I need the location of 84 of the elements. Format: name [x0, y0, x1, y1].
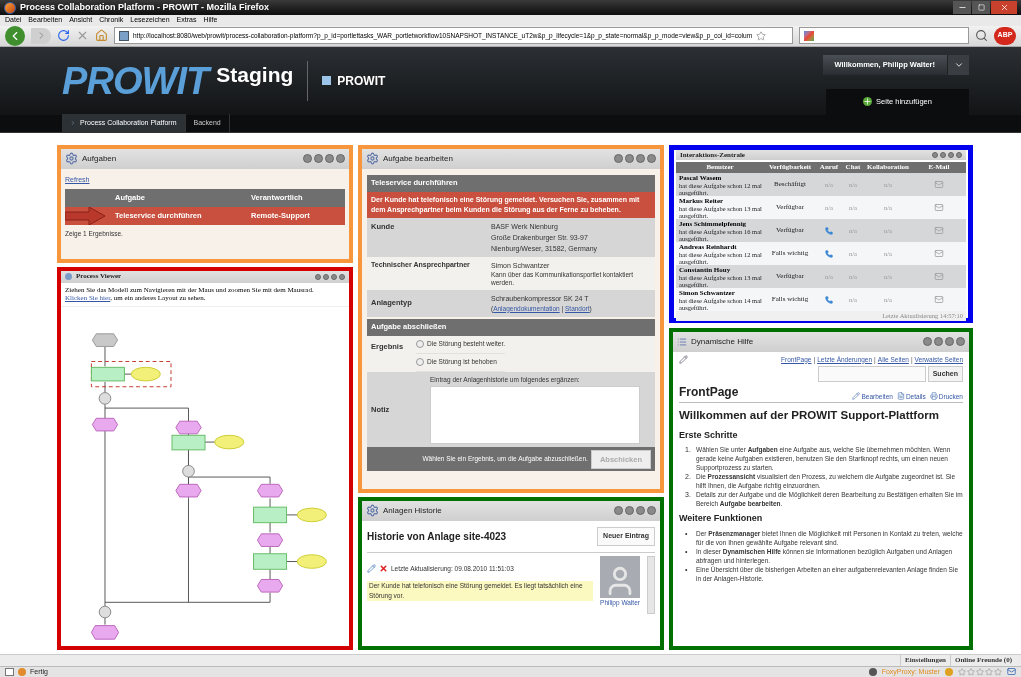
printer-icon: [929, 392, 938, 401]
help-heading: Willkommen auf der PROWIT Support-Plattform: [679, 408, 940, 424]
close-icon[interactable]: [336, 154, 345, 163]
window-title: Process Collaboration Platform - PROWIT - Mozilla Firefox: [20, 0, 270, 14]
panel-title: Dynamische Hilfe: [691, 335, 754, 348]
delete-icon[interactable]: [379, 563, 388, 573]
radio-button[interactable]: [416, 358, 424, 366]
rating-stars[interactable]: [958, 667, 1002, 676]
maximize-button[interactable]: [972, 1, 990, 14]
close-icon[interactable]: [339, 273, 345, 280]
section-title: Erste Schritte: [679, 428, 739, 442]
mail-icon[interactable]: [1007, 667, 1016, 677]
reload-icon[interactable]: [57, 29, 70, 42]
panel-title: Aufgabe bearbeiten: [383, 152, 453, 165]
panel-title: Anlagen Historie: [383, 504, 442, 517]
options-icon[interactable]: [303, 154, 312, 163]
mail-icon[interactable]: [934, 203, 944, 212]
gear-icon: [366, 152, 379, 165]
maximize-icon[interactable]: [636, 154, 645, 163]
maximize-icon[interactable]: [325, 154, 334, 163]
home-icon[interactable]: [95, 29, 108, 42]
gear-icon: [65, 152, 78, 165]
phone-icon[interactable]: [825, 295, 833, 304]
minimize-button[interactable]: [953, 1, 971, 14]
minimize-icon[interactable]: [625, 506, 634, 515]
addon-icon: [18, 667, 26, 676]
proxy-icon: [868, 667, 877, 676]
section-title: Weitere Funktionen: [679, 512, 764, 525]
options-icon[interactable]: [315, 273, 321, 280]
search-icon[interactable]: [975, 29, 988, 42]
pointer-arrow-icon: [65, 207, 105, 225]
history-heading: Historie von Anlage site-4023: [367, 529, 507, 544]
stop-icon[interactable]: [76, 29, 89, 42]
caret-icon: [70, 120, 76, 126]
maximize-icon[interactable]: [331, 273, 337, 280]
status-icon: [5, 667, 14, 676]
wiki-icon: [679, 354, 688, 364]
close-icon[interactable]: [647, 506, 656, 515]
search-field[interactable]: [799, 27, 969, 44]
close-icon[interactable]: [956, 151, 962, 158]
maximize-icon[interactable]: [636, 506, 645, 515]
process-diagram-drawing[interactable]: [90, 332, 327, 640]
edit-icon: [852, 392, 861, 401]
dropdown-caret-button[interactable]: [947, 54, 969, 75]
document-icon: [896, 392, 905, 401]
maximize-icon[interactable]: [945, 337, 954, 346]
mail-icon[interactable]: [934, 295, 944, 304]
minimize-icon[interactable]: [940, 151, 946, 158]
minimize-icon[interactable]: [625, 154, 634, 163]
phone-icon[interactable]: [825, 226, 833, 235]
search-engine-icon[interactable]: [804, 30, 814, 41]
wiki-search-field[interactable]: [817, 366, 926, 383]
options-icon[interactable]: [614, 506, 623, 515]
avatar-silhouette: [600, 555, 640, 598]
site-name: PROWIT: [337, 72, 386, 90]
panel-title: Aufgaben: [82, 152, 117, 165]
list-icon: [677, 336, 687, 347]
options-icon[interactable]: [923, 337, 932, 346]
edit-icon[interactable]: [367, 563, 376, 573]
mail-icon[interactable]: [934, 249, 944, 258]
close-icon[interactable]: [956, 337, 965, 346]
radio-button[interactable]: [416, 340, 424, 348]
minimize-icon[interactable]: [934, 337, 943, 346]
page-icon: [119, 30, 129, 41]
note-field[interactable]: [430, 386, 640, 445]
bookmark-star-icon[interactable]: [756, 30, 767, 41]
plus-icon: [863, 97, 873, 106]
scrollbar[interactable]: [647, 555, 655, 614]
options-icon[interactable]: [932, 151, 938, 158]
close-button[interactable]: [991, 1, 1017, 14]
options-icon[interactable]: [614, 154, 623, 163]
browser-logo-icon: [4, 1, 16, 14]
back-button[interactable]: [5, 25, 25, 46]
page-title: FrontPage: [679, 384, 739, 402]
minimize-icon[interactable]: [323, 273, 329, 280]
close-icon: [999, 3, 1009, 12]
close-icon[interactable]: [647, 154, 656, 163]
maximize-icon: [977, 4, 985, 11]
site-icon: [322, 76, 332, 85]
gear-icon: [366, 504, 379, 517]
minimize-icon[interactable]: [314, 154, 323, 163]
logo-suffix: Staging: [216, 64, 294, 85]
maximize-icon[interactable]: [948, 151, 954, 158]
phone-icon[interactable]: [825, 249, 833, 258]
